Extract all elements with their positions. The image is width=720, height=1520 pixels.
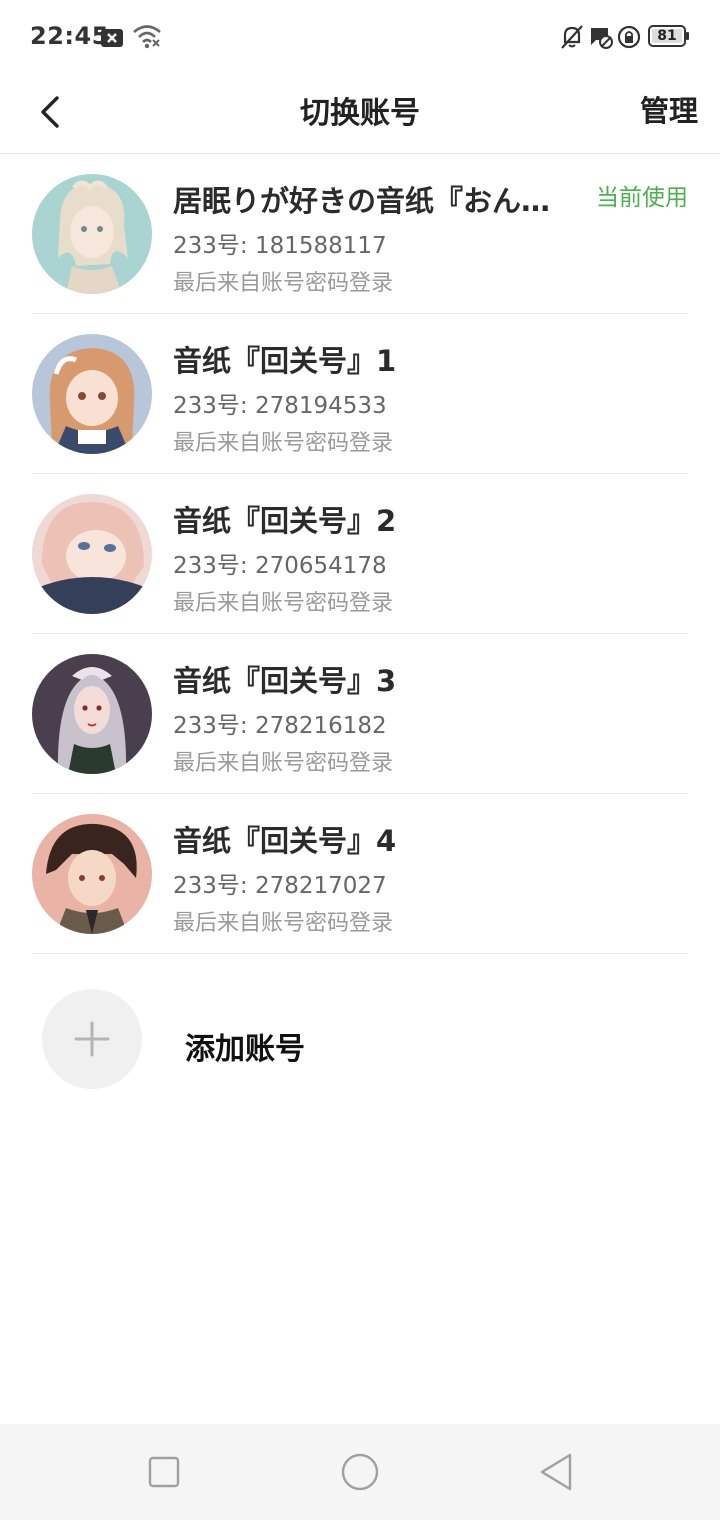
account-name: 音纸『回关号』4 <box>173 824 397 858</box>
account-login-method: 最后来自账号密码登录 <box>173 271 394 296</box>
account-list: 居眠りが好きの音纸『おんぷ』 当前使用 233号: 181588117 最后来自… <box>0 154 720 954</box>
bell-off-icon <box>560 24 584 54</box>
account-name: 居眠りが好きの音纸『おんぷ』 <box>173 184 553 218</box>
avatar <box>32 494 152 614</box>
account-item[interactable]: 音纸『回关号』4 233号: 278217027 最后来自账号密码登录 <box>32 794 688 954</box>
account-name: 音纸『回关号』3 <box>173 664 397 698</box>
current-account-badge: 当前使用 <box>596 185 688 211</box>
recents-square-icon[interactable] <box>148 1456 180 1492</box>
account-item-current[interactable]: 居眠りが好きの音纸『おんぷ』 当前使用 233号: 181588117 最后来自… <box>32 154 688 314</box>
account-login-method: 最后来自账号密码登录 <box>173 591 394 616</box>
app-header: 切换账号 管理 <box>0 74 720 154</box>
avatar <box>32 174 152 294</box>
home-circle-icon[interactable] <box>340 1452 380 1496</box>
battery-level: 81 <box>657 28 677 44</box>
avatar <box>32 334 152 454</box>
account-login-method: 最后来自账号密码登录 <box>173 911 394 936</box>
add-account-label: 添加账号 <box>185 1032 305 1067</box>
status-bar: 22:45 81 <box>0 0 720 74</box>
message-blocked-icon <box>588 25 614 53</box>
account-login-method: 最后来自账号密码登录 <box>173 431 394 456</box>
status-time: 22:45 <box>30 22 109 50</box>
account-item[interactable]: 音纸『回关号』3 233号: 278216182 最后来自账号密码登录 <box>32 634 688 794</box>
lock-rotation-icon <box>616 24 642 54</box>
avatar <box>32 814 152 934</box>
account-uid: 233号: 278194533 <box>173 393 387 419</box>
account-name: 音纸『回关号』2 <box>173 504 397 538</box>
wifi-icon <box>132 24 162 54</box>
account-item[interactable]: 音纸『回关号』1 233号: 278194533 最后来自账号密码登录 <box>32 314 688 474</box>
account-uid: 233号: 181588117 <box>173 233 387 259</box>
page-title: 切换账号 <box>300 96 420 131</box>
manage-button[interactable]: 管理 <box>640 88 698 130</box>
account-name: 音纸『回关号』1 <box>173 344 397 378</box>
add-account-circle[interactable] <box>42 989 142 1089</box>
add-account-button[interactable]: 添加账号 <box>0 974 720 1104</box>
account-login-method: 最后来自账号密码登录 <box>173 751 394 776</box>
account-item[interactable]: 音纸『回关号』2 233号: 270654178 最后来自账号密码登录 <box>32 474 688 634</box>
account-uid: 233号: 278216182 <box>173 713 387 739</box>
back-triangle-icon[interactable] <box>538 1452 574 1496</box>
account-uid: 233号: 278217027 <box>173 873 387 899</box>
plus-icon <box>74 1021 110 1057</box>
system-nav-bar <box>0 1424 720 1520</box>
account-uid: 233号: 270654178 <box>173 553 387 579</box>
close-box-icon <box>100 27 124 53</box>
avatar <box>32 654 152 774</box>
battery-icon: 81 <box>648 25 690 51</box>
